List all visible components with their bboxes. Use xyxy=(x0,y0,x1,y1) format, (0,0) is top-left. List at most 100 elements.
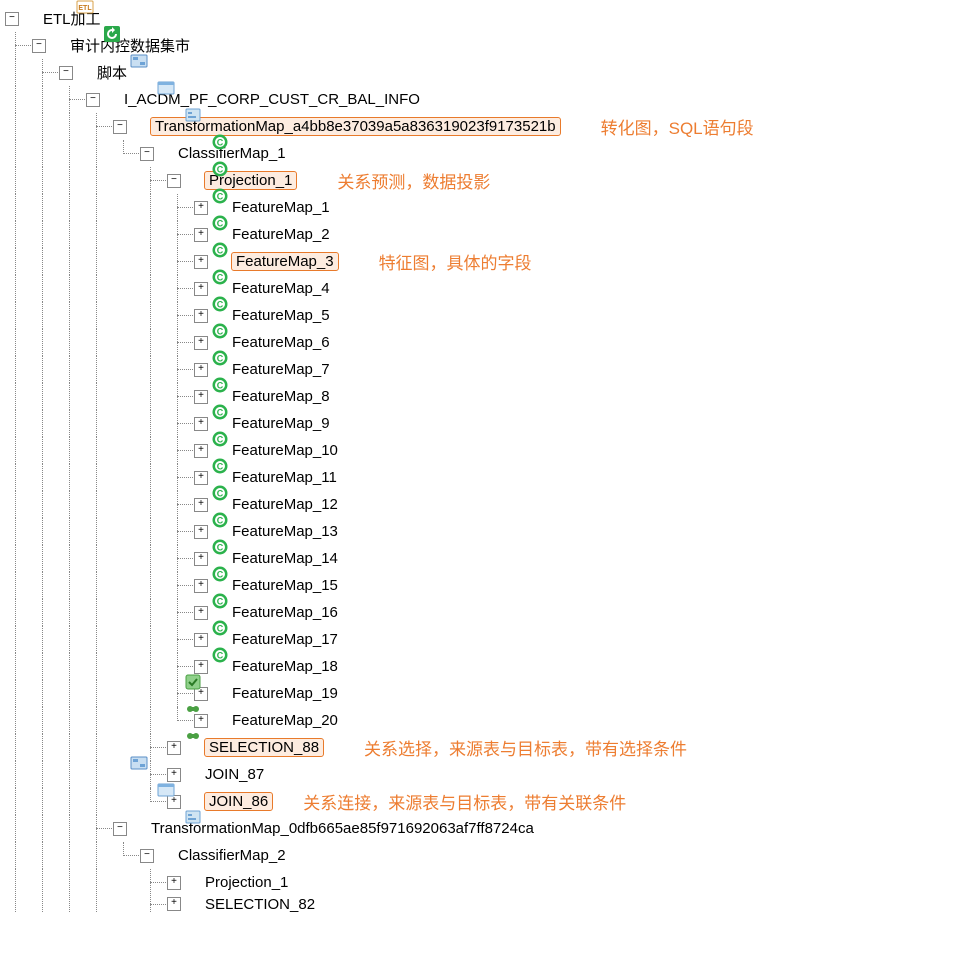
tree-item-feature[interactable]: + FeatureMap_14 xyxy=(5,545,980,572)
tree-label: FeatureMap_19 xyxy=(231,684,341,703)
tree-label: FeatureMap_2 xyxy=(231,225,333,244)
tree-item-projection-2[interactable]: + Projection_1 xyxy=(5,869,980,896)
tree-label: FeatureMap_18 xyxy=(231,657,341,676)
expand-icon[interactable]: + xyxy=(194,525,208,539)
tree-label: FeatureMap_6 xyxy=(231,333,333,352)
tree-item-feature[interactable]: + FeatureMap_6 xyxy=(5,329,980,356)
tree-label: FeatureMap_16 xyxy=(231,603,341,622)
expand-icon[interactable]: + xyxy=(194,633,208,647)
expand-icon[interactable]: + xyxy=(194,498,208,512)
annotation-projection: 关系预测，数据投影 xyxy=(337,168,490,193)
classifier-icon xyxy=(157,847,175,865)
annotation-selection: 关系选择，来源表与目标表，带有选择条件 xyxy=(364,735,687,760)
selection-icon xyxy=(184,896,202,912)
expand-icon[interactable]: + xyxy=(194,228,208,242)
expand-icon[interactable]: + xyxy=(194,417,208,431)
tree-item-script[interactable]: − 脚本 xyxy=(5,59,980,86)
expand-icon[interactable]: + xyxy=(194,282,208,296)
expand-icon[interactable]: + xyxy=(167,897,181,911)
collapse-icon[interactable]: − xyxy=(113,120,127,134)
tree-item-feature[interactable]: + FeatureMap_4 xyxy=(5,275,980,302)
collapse-icon[interactable]: − xyxy=(5,12,19,26)
classifier-icon xyxy=(157,145,175,163)
tree-label: FeatureMap_14 xyxy=(231,549,341,568)
refresh-icon xyxy=(103,91,121,109)
tree-item-feature[interactable]: + FeatureMap_18 xyxy=(5,653,980,680)
collapse-icon[interactable]: − xyxy=(140,147,154,161)
expand-icon[interactable]: + xyxy=(194,363,208,377)
expand-icon[interactable]: + xyxy=(194,579,208,593)
tree-item-classifier-1[interactable]: − ClassifierMap_1 xyxy=(5,140,980,167)
tree-label: FeatureMap_9 xyxy=(231,414,333,433)
tree-label: FeatureMap_1 xyxy=(231,198,333,217)
tree-item-feature[interactable]: +FeatureMap_20 xyxy=(5,707,980,734)
tree-item-feature[interactable]: + FeatureMap_15 xyxy=(5,572,980,599)
tree-item-projection-1[interactable]: − Projection_1 关系预测，数据投影 xyxy=(5,167,980,194)
tree-item-join-87[interactable]: + JOIN_87 xyxy=(5,761,980,788)
expand-icon[interactable]: + xyxy=(194,390,208,404)
tree-item-feature[interactable]: + FeatureMap_9 xyxy=(5,410,980,437)
tree-item-feature[interactable]: + FeatureMap_8 xyxy=(5,383,980,410)
map-icon xyxy=(130,118,148,136)
tree-label: JOIN_86 xyxy=(204,792,273,811)
projection-icon xyxy=(184,874,202,892)
expand-icon[interactable]: + xyxy=(194,255,208,269)
tree-item-feature[interactable]: + FeatureMap_2 xyxy=(5,221,980,248)
annotation-feature: 特征图，具体的字段 xyxy=(379,249,532,274)
folder-icon xyxy=(22,10,40,28)
annotation-join: 关系连接，来源表与目标表，带有关联条件 xyxy=(303,789,626,814)
tree-item-feature[interactable]: +FeatureMap_13 xyxy=(5,518,980,545)
collapse-icon[interactable]: − xyxy=(86,93,100,107)
expand-icon[interactable]: + xyxy=(167,768,181,782)
tree-label: FeatureMap_4 xyxy=(231,279,333,298)
tree-item-feature[interactable]: +FeatureMap_10 xyxy=(5,437,980,464)
tree-item-etl-root[interactable]: − ETL加工 xyxy=(5,5,980,32)
tree-item-join-86[interactable]: + JOIN_86 关系连接，来源表与目标表，带有关联条件 xyxy=(5,788,980,815)
tree-label: SELECTION_82 xyxy=(204,896,318,912)
tree-item-feature[interactable]: +FeatureMap_17 xyxy=(5,626,980,653)
map-icon xyxy=(130,820,148,838)
tree-label: TransformationMap_0dfb665ae85f971692063a… xyxy=(150,819,537,838)
tree-label: FeatureMap_15 xyxy=(231,576,341,595)
expand-icon[interactable]: + xyxy=(167,876,181,890)
tree-item-feature[interactable]: +FeatureMap_7 xyxy=(5,356,980,383)
expand-icon[interactable]: + xyxy=(194,309,208,323)
tree-item-transformation-map-1[interactable]: − TransformationMap_a4bb8e37039a5a836319… xyxy=(5,113,980,140)
expand-icon[interactable]: + xyxy=(194,336,208,350)
tree-label: Projection_1 xyxy=(204,873,291,892)
feature-icon xyxy=(211,712,229,730)
tree-item-feature[interactable]: + FeatureMap_12 xyxy=(5,491,980,518)
tree-item-transformation-map-2[interactable]: − TransformationMap_0dfb665ae85f97169206… xyxy=(5,815,980,842)
tree-item-feature[interactable]: + FeatureMap_1 xyxy=(5,194,980,221)
tree-item-selection-88[interactable]: + SELECTION_88 关系选择，来源表与目标表，带有选择条件 xyxy=(5,734,980,761)
collapse-icon[interactable]: − xyxy=(140,849,154,863)
projection-icon xyxy=(184,172,202,190)
collapse-icon[interactable]: − xyxy=(59,66,73,80)
tree-item-feature[interactable]: + FeatureMap_16 xyxy=(5,599,980,626)
collapse-icon[interactable]: − xyxy=(167,174,181,188)
expand-icon[interactable]: + xyxy=(167,741,181,755)
tree-item-feature[interactable]: + FeatureMap_11 xyxy=(5,464,980,491)
tree-item-mart[interactable]: − 审计内控数据集市 xyxy=(5,32,980,59)
tree-label: JOIN_87 xyxy=(204,765,267,784)
tree-item-feature[interactable]: + FeatureMap_3 特征图，具体的字段 xyxy=(5,248,980,275)
collapse-icon[interactable]: − xyxy=(113,822,127,836)
expand-icon[interactable]: + xyxy=(194,444,208,458)
expand-icon[interactable]: + xyxy=(194,201,208,215)
expand-icon[interactable]: + xyxy=(194,471,208,485)
tree-item-job[interactable]: − I_ACDM_PF_CORP_CUST_CR_BAL_INFO xyxy=(5,86,980,113)
etl-icon xyxy=(76,64,94,82)
tree-label: FeatureMap_8 xyxy=(231,387,333,406)
expand-icon[interactable]: + xyxy=(194,606,208,620)
expand-icon[interactable]: + xyxy=(194,660,208,674)
tree-label: FeatureMap_11 xyxy=(231,468,340,487)
tree-item-feature[interactable]: +FeatureMap_19 xyxy=(5,680,980,707)
tree-item-feature[interactable]: +FeatureMap_5 xyxy=(5,302,980,329)
tree-item-selection-82[interactable]: + SELECTION_82 xyxy=(5,896,980,912)
folder-icon xyxy=(49,37,67,55)
collapse-icon[interactable]: − xyxy=(32,39,46,53)
expand-icon[interactable]: + xyxy=(194,552,208,566)
tree-label: FeatureMap_12 xyxy=(231,495,341,514)
tree-item-classifier-2[interactable]: − ClassifierMap_2 xyxy=(5,842,980,869)
tree-label: FeatureMap_3 xyxy=(231,252,339,271)
